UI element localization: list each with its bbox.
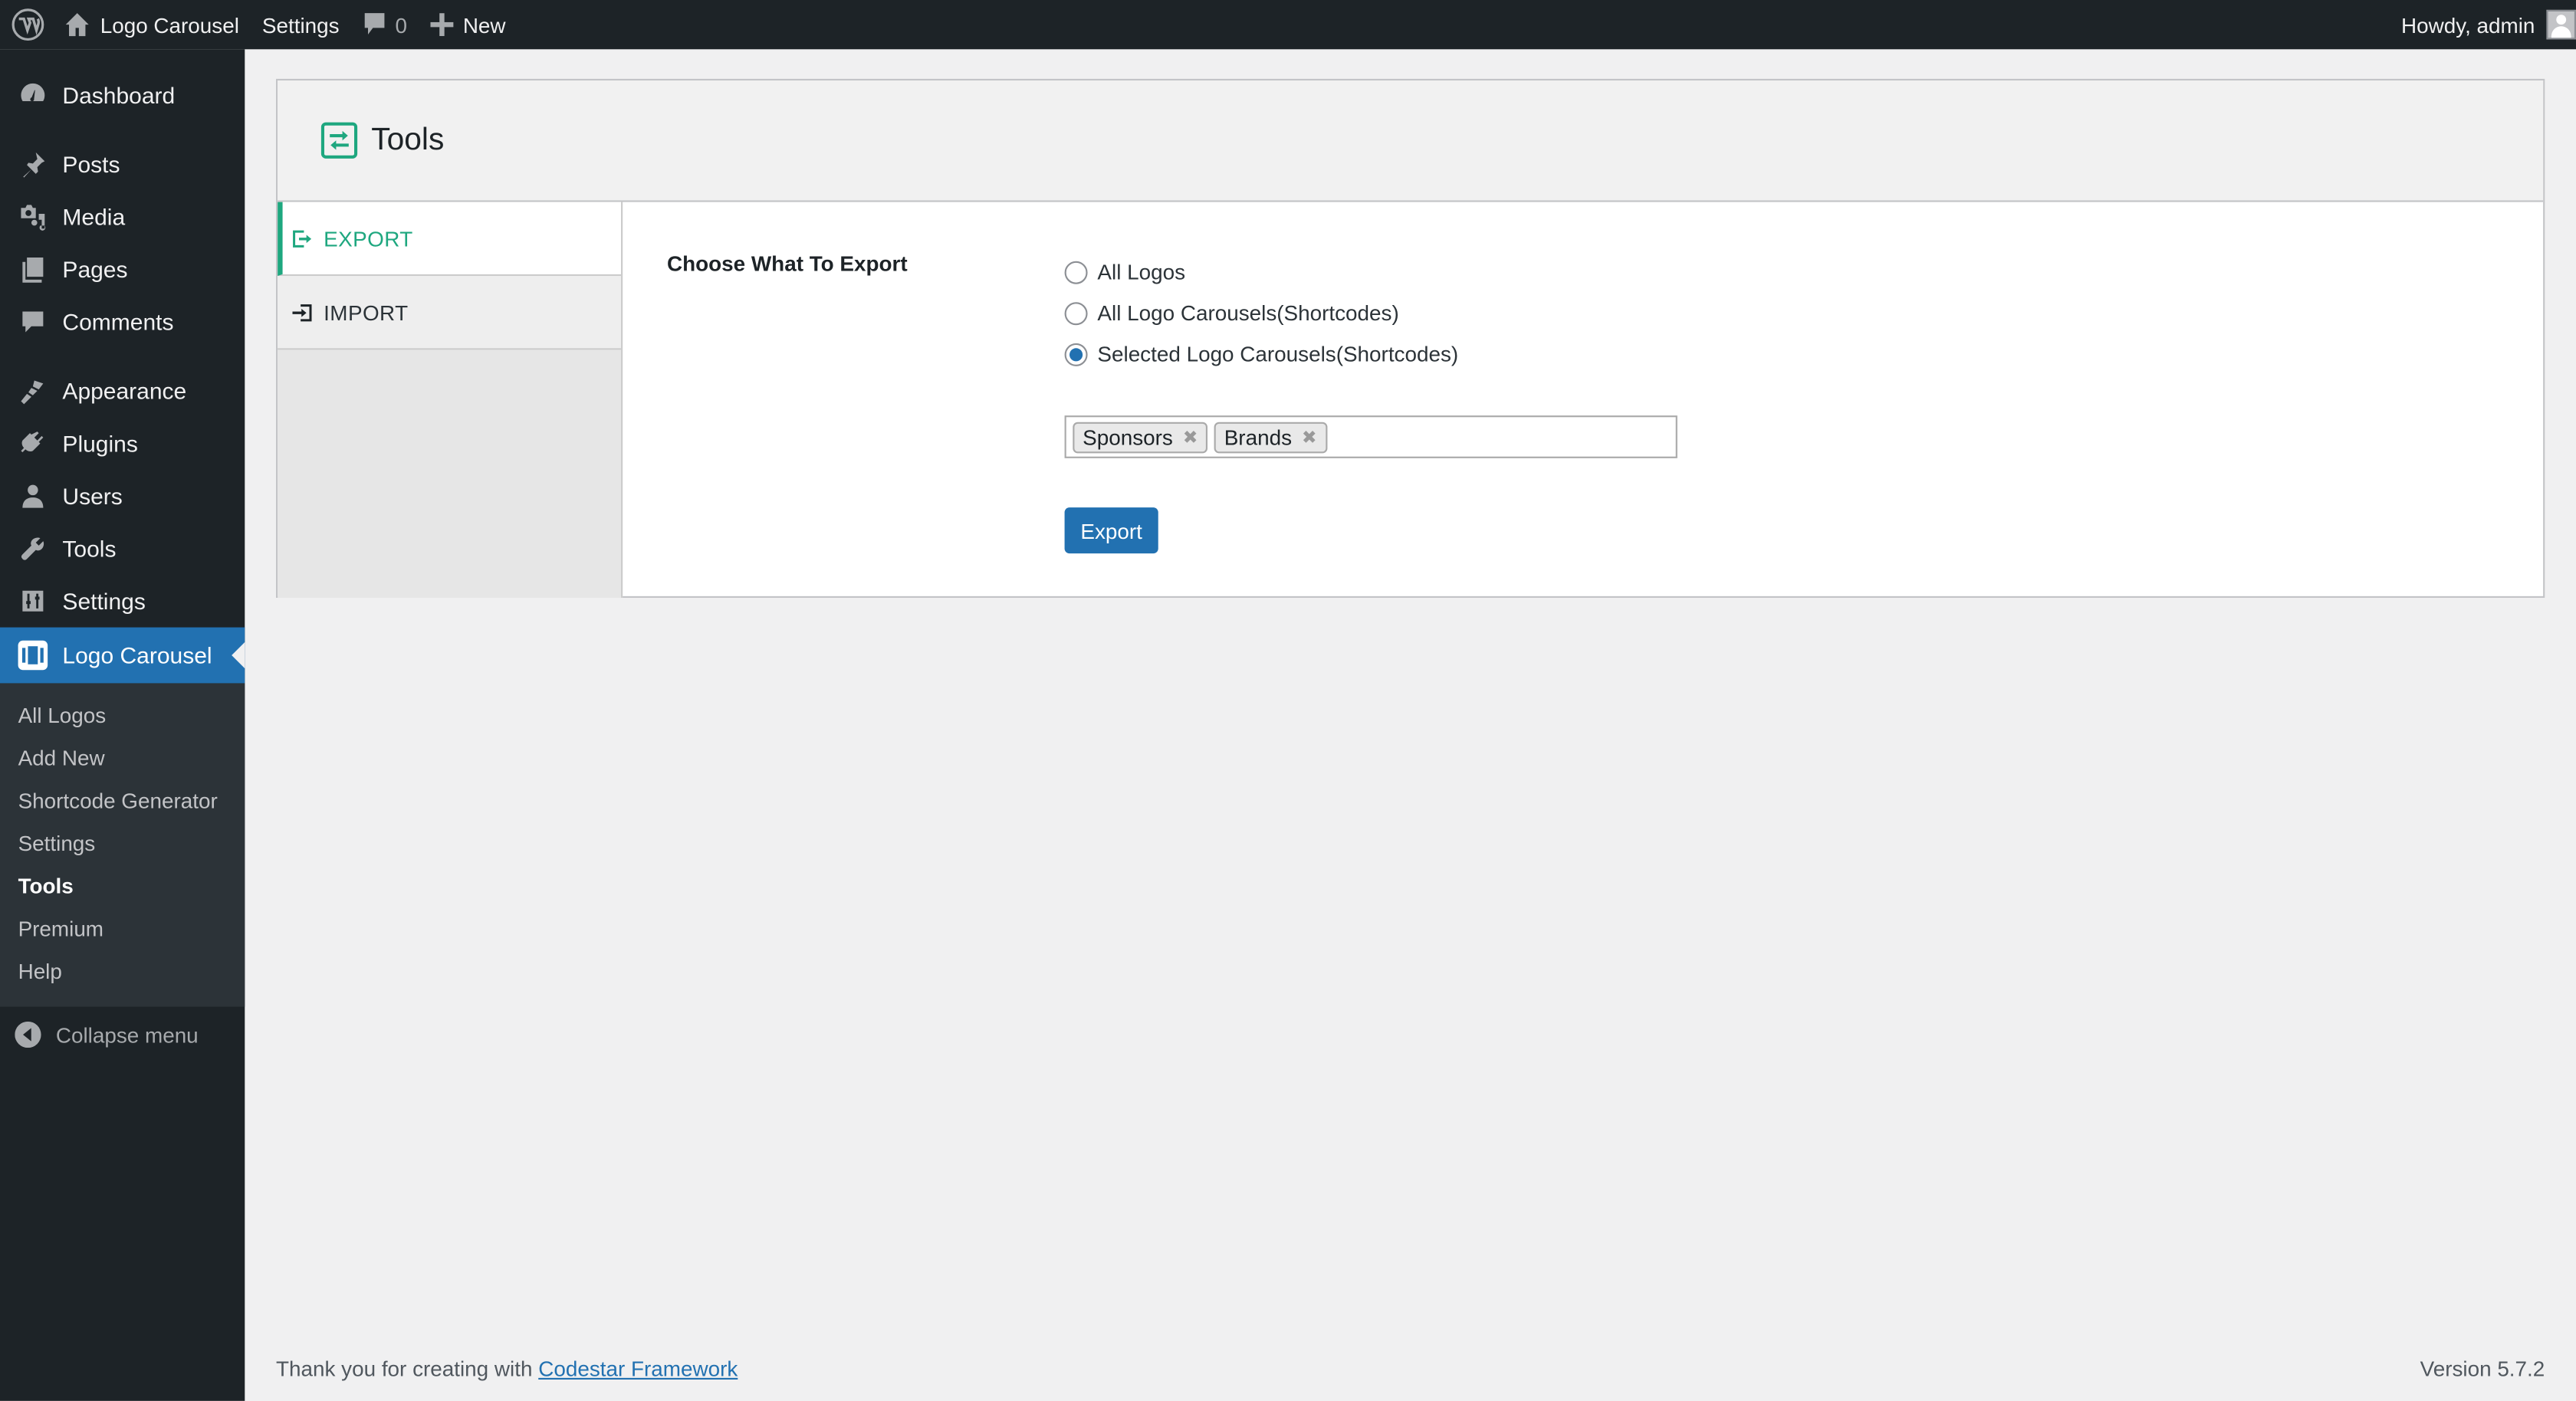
admin-menu: Dashboard Posts Media Pages Comments App…: [0, 49, 245, 684]
remove-tag-icon[interactable]: ✖: [1183, 426, 1198, 448]
footer-version: Version 5.7.2: [2420, 1357, 2545, 1382]
plugin-icon: [21, 431, 44, 453]
logo-carousel-submenu: All Logos Add New Shortcode Generator Se…: [0, 683, 245, 1007]
tab-import[interactable]: IMPORT: [278, 276, 621, 350]
collapse-arrow-icon: [15, 1021, 41, 1048]
site-name: Logo Carousel: [100, 12, 239, 38]
remove-tag-icon[interactable]: ✖: [1302, 426, 1317, 448]
export-icon: [293, 229, 312, 247]
footer-credit: Thank you for creating with Codestar Fra…: [276, 1357, 738, 1381]
user-icon: [22, 484, 44, 508]
submenu-item-add-new[interactable]: Add New: [0, 737, 245, 780]
field-title: Choose What To Export: [667, 251, 908, 276]
sidebar-item-posts[interactable]: Posts: [0, 138, 245, 191]
greeting: Howdy, admin: [2400, 12, 2535, 38]
sidebar-item-appearance[interactable]: Appearance: [0, 365, 245, 418]
submenu-item-shortcode-generator[interactable]: Shortcode Generator: [0, 780, 245, 823]
submenu-item-settings[interactable]: Settings: [0, 823, 245, 866]
sidebar-item-dashboard[interactable]: Dashboard: [0, 69, 245, 122]
settings-link[interactable]: Settings: [251, 0, 351, 49]
import-icon: [292, 303, 312, 321]
comments-link[interactable]: 0: [351, 0, 419, 49]
sidebar-item-plugins[interactable]: Plugins: [0, 417, 245, 470]
carousel-icon: [18, 640, 48, 671]
tools-panel: Tools EXPORT IMPORT Choose What To Expor…: [276, 78, 2545, 599]
sidebar-item-users[interactable]: Users: [0, 470, 245, 523]
sidebar-item-settings[interactable]: Settings: [0, 575, 245, 628]
sidebar-item-comments[interactable]: Comments: [0, 296, 245, 349]
wrench-icon: [21, 537, 44, 560]
sidebar-item-pages[interactable]: Pages: [0, 243, 245, 296]
menu-separator: [0, 348, 245, 364]
wp-admin-page: Logo Carousel Settings 0 New Howdy, admi…: [0, 0, 2576, 1401]
panel-header: Tools: [278, 80, 2544, 202]
tab-export-label: EXPORT: [324, 225, 413, 251]
radio-label: All Logos: [1097, 259, 1186, 284]
wordpress-logo-icon: [12, 8, 44, 41]
radio-label: All Logo Carousels(Shortcodes): [1097, 300, 1399, 326]
export-content: Choose What To Export All Logos All Logo…: [623, 202, 2543, 598]
new-label: New: [462, 12, 506, 38]
radio-label: Selected Logo Carousels(Shortcodes): [1097, 341, 1459, 366]
radio-selected-logo-carousels[interactable]: Selected Logo Carousels(Shortcodes): [1064, 333, 1459, 375]
wordpress-logo-menu[interactable]: [0, 0, 58, 49]
submenu-item-premium[interactable]: Premium: [0, 908, 245, 951]
settings-label: Settings: [261, 12, 340, 38]
new-content-link[interactable]: New: [419, 0, 518, 49]
tab-export[interactable]: EXPORT: [278, 202, 621, 276]
pages-icon: [22, 258, 44, 283]
comments-count: 0: [395, 12, 407, 38]
footer-thanks: Thank you for creating with: [276, 1357, 533, 1382]
radio-all-logo-carousels[interactable]: All Logo Carousels(Shortcodes): [1064, 292, 1459, 333]
comment-icon: [363, 13, 384, 34]
site-name-link[interactable]: Logo Carousel: [58, 0, 251, 49]
codestar-framework-link[interactable]: Codestar Framework: [538, 1357, 738, 1381]
menu-separator: [0, 122, 245, 138]
radio-button[interactable]: [1064, 301, 1088, 325]
selected-tag: Sponsors ✖: [1073, 421, 1208, 453]
collapse-label: Collapse menu: [55, 1022, 199, 1048]
carousel-select-input[interactable]: Sponsors ✖ Brands ✖: [1064, 415, 1677, 458]
export-options: All Logos All Logo Carousels(Shortcodes)…: [1064, 251, 1459, 375]
admin-sidebar: Dashboard Posts Media Pages Comments App…: [0, 49, 245, 1401]
page-title: Tools: [371, 122, 445, 157]
avatar: [2546, 9, 2576, 40]
comment-icon: [22, 311, 44, 333]
dashboard-icon: [21, 83, 45, 102]
sidebar-item-media[interactable]: Media: [0, 191, 245, 244]
tools-tabs: EXPORT IMPORT: [278, 202, 623, 598]
submenu-item-all-logos[interactable]: All Logos: [0, 694, 245, 737]
radio-button[interactable]: [1064, 342, 1088, 366]
tools-transfer-icon: [320, 122, 358, 159]
sidebar-item-logo-carousel[interactable]: Logo Carousel: [0, 627, 245, 684]
export-button[interactable]: Export: [1064, 507, 1158, 554]
pin-icon: [23, 152, 45, 178]
account-menu[interactable]: Howdy, admin: [2390, 0, 2576, 49]
selected-tag: Brands ✖: [1214, 421, 1327, 453]
collapse-menu-button[interactable]: Collapse menu: [0, 1007, 245, 1063]
submenu-item-tools[interactable]: Tools: [0, 865, 245, 908]
sidebar-item-tools[interactable]: Tools: [0, 522, 245, 575]
submenu-item-help[interactable]: Help: [0, 951, 245, 994]
panel-body: EXPORT IMPORT Choose What To Export All …: [278, 202, 2543, 598]
sliders-icon: [22, 590, 44, 612]
home-icon: [65, 13, 89, 37]
tag-label: Sponsors: [1083, 424, 1173, 450]
plus-icon: [429, 13, 453, 37]
brush-icon: [21, 380, 44, 405]
radio-all-logos[interactable]: All Logos: [1064, 251, 1459, 293]
admin-bar: Logo Carousel Settings 0 New Howdy, admi…: [0, 0, 2576, 50]
tab-import-label: IMPORT: [324, 300, 409, 325]
radio-button[interactable]: [1064, 260, 1088, 284]
media-icon: [21, 205, 46, 231]
tag-label: Brands: [1224, 424, 1293, 450]
